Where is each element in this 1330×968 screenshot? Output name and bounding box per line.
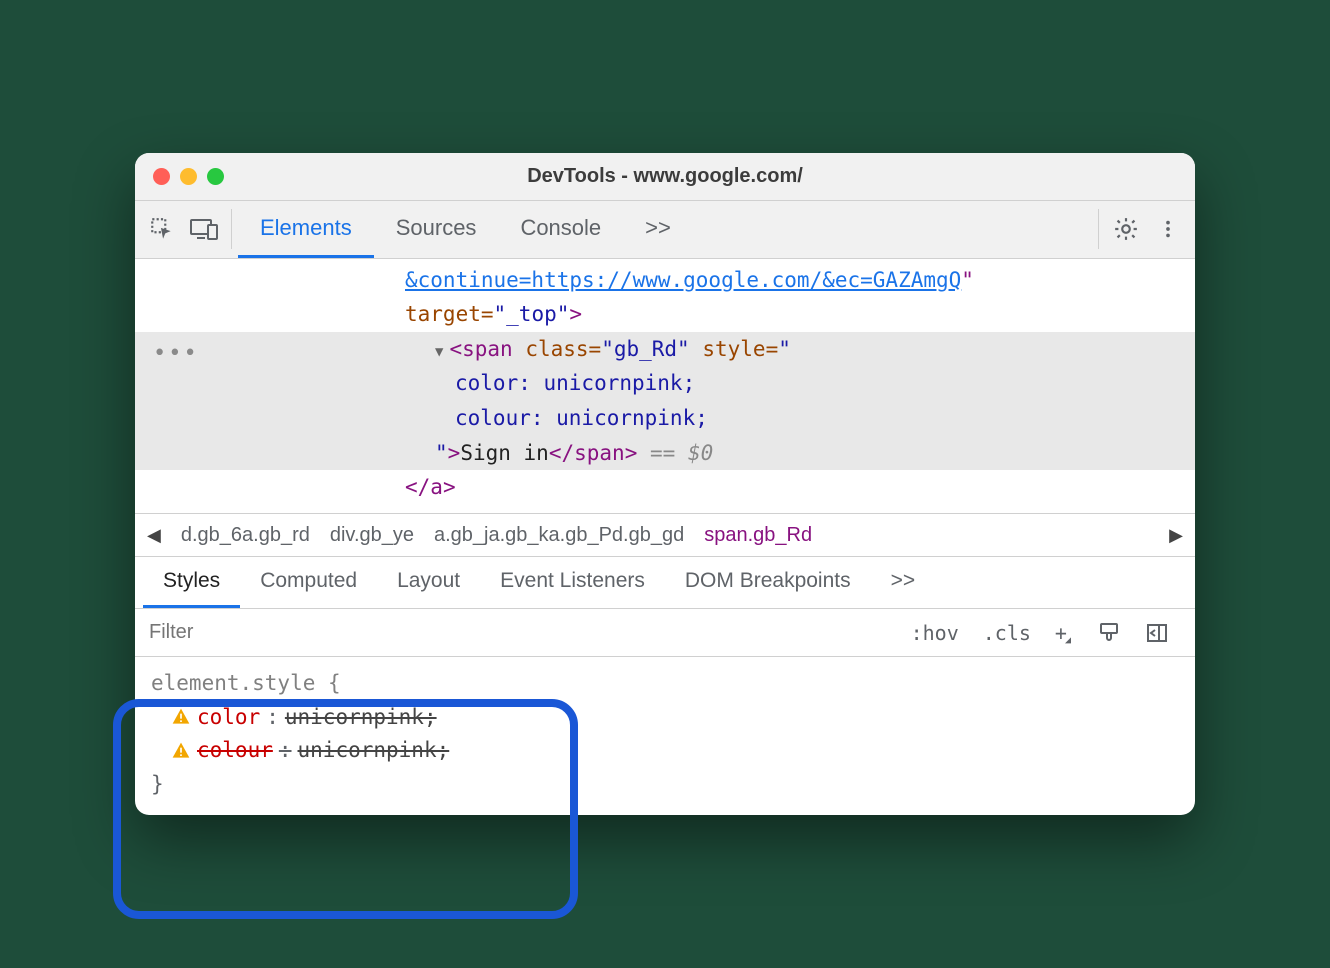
rule-selector[interactable]: element.style { [151,667,1179,701]
toolbar-divider [1098,209,1099,249]
toggle-sidebar-icon[interactable] [1133,609,1181,656]
tabs-overflow-button[interactable]: >> [623,201,693,258]
device-toggle-icon[interactable] [183,208,225,250]
dom-line[interactable]: ">Sign in</span> == $0 [135,436,1195,471]
subtab-computed[interactable]: Computed [240,557,377,608]
subtab-event-listeners[interactable]: Event Listeners [480,557,665,608]
dom-url-fragment: &continue=https://www.google.com/&ec=GAZ… [405,268,961,292]
styles-rules-panel[interactable]: element.style { color: unicornpink; colo… [135,657,1195,815]
css-declaration[interactable]: color: unicornpink; [151,701,1179,735]
breadcrumb-item[interactable]: div.gb_ye [330,524,414,547]
main-toolbar: Elements Sources Console >> [135,201,1195,259]
css-value: unicornpink; [298,734,450,768]
styles-filter-input[interactable] [149,621,899,644]
tab-sources[interactable]: Sources [374,201,499,258]
inspect-icon[interactable] [141,208,183,250]
breadcrumb-item[interactable]: d.gb_6a.gb_rd [181,524,310,547]
dom-line[interactable]: </a> [135,470,1195,505]
dom-tree-panel[interactable]: &continue=https://www.google.com/&ec=GAZ… [135,259,1195,513]
breadcrumb: ◀ d.gb_6a.gb_rd div.gb_ye a.gb_ja.gb_ka.… [135,513,1195,557]
dom-selected-node[interactable]: ••• ▼<span class="gb_Rd" style=" [135,332,1195,367]
ellipsis-icon: ••• [153,336,199,367]
warning-icon [171,707,191,727]
breadcrumb-scroll-right[interactable]: ▶ [1169,525,1183,546]
subtabs-overflow-button[interactable]: >> [871,557,936,608]
breadcrumb-scroll-left[interactable]: ◀ [147,525,161,546]
tab-elements[interactable]: Elements [238,201,374,258]
css-prop: color [197,701,260,735]
breadcrumb-item[interactable]: a.gb_ja.gb_ka.gb_Pd.gb_gd [434,524,684,547]
dom-line[interactable]: colour: unicornpink; [135,401,1195,436]
css-prop: colour [197,734,273,768]
window-title: DevTools - www.google.com/ [527,165,803,188]
main-tabs: Elements Sources Console >> [238,201,693,258]
minimize-window-button[interactable] [180,168,197,185]
warning-icon [171,741,191,761]
maximize-window-button[interactable] [207,168,224,185]
paint-brush-icon[interactable] [1085,609,1133,656]
css-declaration[interactable]: colour: unicornpink; [151,734,1179,768]
new-style-rule-button[interactable]: +◢ [1043,609,1085,656]
rule-close-brace: } [151,768,1179,802]
toggle-hov-button[interactable]: :hov [899,609,971,656]
dom-line[interactable]: color: unicornpink; [135,366,1195,401]
titlebar: DevTools - www.google.com/ [135,153,1195,201]
traffic-lights [153,168,224,185]
close-window-button[interactable] [153,168,170,185]
dom-line[interactable]: target="_top"> [135,297,1195,332]
dom-line[interactable]: &continue=https://www.google.com/&ec=GAZ… [135,263,1195,298]
subtab-layout[interactable]: Layout [377,557,480,608]
expand-triangle-icon[interactable]: ▼ [435,344,443,360]
toggle-cls-button[interactable]: .cls [971,609,1043,656]
css-value: unicornpink; [285,701,437,735]
devtools-window: DevTools - www.google.com/ Elements Sour… [135,153,1195,816]
gear-icon[interactable] [1105,208,1147,250]
subtab-styles[interactable]: Styles [143,557,240,608]
breadcrumb-item-selected[interactable]: span.gb_Rd [704,524,812,547]
styles-toolbar: :hov .cls +◢ [135,609,1195,657]
subtab-dom-breakpoints[interactable]: DOM Breakpoints [665,557,871,608]
tab-console[interactable]: Console [498,201,623,258]
toolbar-divider [231,209,232,249]
more-vertical-icon[interactable] [1147,208,1189,250]
styles-subtabs: Styles Computed Layout Event Listeners D… [135,557,1195,609]
